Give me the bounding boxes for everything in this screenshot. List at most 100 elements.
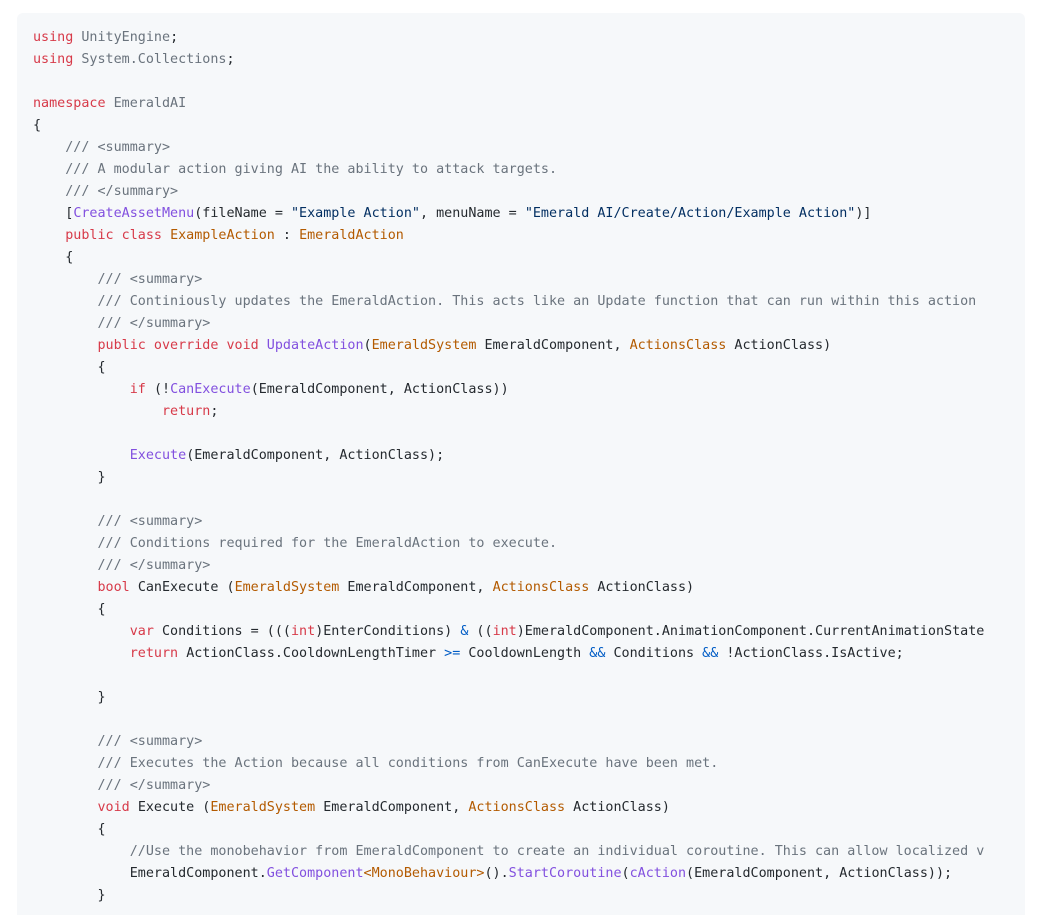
code-line: { <box>33 247 1025 269</box>
code-token-pl: ; <box>210 404 219 419</box>
code-line: [CreateAssetMenu(fileName = "Example Act… <box>33 203 1025 225</box>
code-line: ​ <box>33 489 1025 511</box>
code-token-pl: { <box>33 822 106 837</box>
code-line: Execute(EmeraldComponent, ActionClass); <box>33 445 1025 467</box>
code-line: public override void UpdateAction(Emeral… <box>33 335 1025 357</box>
code-token-pl: (( <box>468 624 493 639</box>
code-token-ty: ActionsClass <box>492 580 590 595</box>
code-line: /// </summary> <box>33 555 1025 577</box>
code-token-fn: CanExecute <box>170 382 251 397</box>
code-token-op: && <box>589 646 606 661</box>
code-token-pl: ActionClass) <box>565 800 670 815</box>
code-token-pl: )EnterConditions) <box>315 624 461 639</box>
code-token-kw: using <box>33 52 74 67</box>
code-token-cm: /// <summary> <box>33 734 203 749</box>
code-token-fn: CreateAssetMenu <box>73 206 195 221</box>
code-token-pl: ; <box>170 30 179 45</box>
code-token-cm: /// <summary> <box>33 272 203 287</box>
code-line: } <box>33 885 1025 907</box>
code-token-pl: EmeraldComponent. <box>33 866 267 881</box>
code-line: using UnityEngine; <box>33 27 1025 49</box>
code-token-pl: { <box>33 602 106 617</box>
code-line: return ActionClass.CooldownLengthTimer >… <box>33 643 1025 665</box>
code-token-kw: int <box>492 624 517 639</box>
code-token-ty: EmeraldAction <box>299 228 404 243</box>
code-line: ​ <box>33 71 1025 93</box>
code-token-pl: [ <box>33 206 74 221</box>
code-token-kw: namespace <box>33 96 106 111</box>
code-token-pl: (EmeraldComponent, ActionClass)); <box>686 866 953 881</box>
code-token-cm: /// Executes the Action because all cond… <box>33 756 719 771</box>
code-line: { <box>33 115 1025 137</box>
code-line: /// Executes the Action because all cond… <box>33 753 1025 775</box>
code-line: { <box>33 357 1025 379</box>
code-token-str: "Emerald AI/Create/Action/Example Action… <box>524 206 856 221</box>
code-token-pl: !ActionClass.IsActive; <box>718 646 904 661</box>
code-token-pl: EmeraldComponent, <box>476 338 630 353</box>
code-token-cm: //Use the monobehavior from EmeraldCompo… <box>33 844 985 859</box>
code-line: /// Conditions required for the EmeraldA… <box>33 533 1025 555</box>
code-token-pl: (fileName = <box>194 206 291 221</box>
code-token-kw: int <box>291 624 316 639</box>
code-line: /// <summary> <box>33 137 1025 159</box>
code-token-kw: void <box>33 800 138 815</box>
code-line: namespace EmeraldAI <box>33 93 1025 115</box>
code-token-pl: { <box>33 250 74 265</box>
code-line: /// <summary> <box>33 269 1025 291</box>
code-line: using System.Collections; <box>33 49 1025 71</box>
code-token-pl: )EmeraldComponent.AnimationComponent.Cur… <box>516 624 985 639</box>
code-token-pl: (). <box>484 866 509 881</box>
code-line: /// </summary> <box>33 313 1025 335</box>
code-token-str: "Example Action" <box>291 206 420 221</box>
code-token-pl: } <box>33 888 106 903</box>
code-line: if (!CanExecute(EmeraldComponent, Action… <box>33 379 1025 401</box>
code-token-ty: ActionsClass <box>629 338 727 353</box>
code-token-pl: { <box>33 360 106 375</box>
code-line: /// Continiously updates the EmeraldActi… <box>33 291 1025 313</box>
code-line: //Use the monobehavior from EmeraldCompo… <box>33 841 1025 863</box>
code-line: public class ExampleAction : EmeraldActi… <box>33 225 1025 247</box>
code-line: /// A modular action giving AI the abili… <box>33 159 1025 181</box>
code-token-op: >= <box>444 646 461 661</box>
code-token-pl: Conditions = ((( <box>162 624 291 639</box>
code-token-fn: StartCoroutine <box>508 866 622 881</box>
code-token-kw: public class <box>33 228 171 243</box>
code-token-kw: if <box>33 382 154 397</box>
code-line: { <box>33 819 1025 841</box>
code-token-ty: EmeraldSystem <box>210 800 316 815</box>
code-line: ​ <box>33 665 1025 687</box>
code-line: var Conditions = (((int)EnterConditions)… <box>33 621 1025 643</box>
code-token-kw: public override void <box>33 338 267 353</box>
code-token-cm: /// </summary> <box>33 558 211 573</box>
code-token-kw: return <box>33 404 211 419</box>
code-token-pl: (EmeraldComponent, ActionClass)) <box>250 382 509 397</box>
code-token-pl: Execute ( <box>137 800 211 815</box>
code-token-ns: UnityEngine <box>73 30 171 45</box>
code-line: ​ <box>33 423 1025 445</box>
code-token-ns: EmeraldAI <box>105 96 187 111</box>
code-line: } <box>33 687 1025 709</box>
code-token-pl: ActionClass) <box>726 338 832 353</box>
code-token-cm: /// </summary> <box>33 184 179 199</box>
code-token-pl: ( <box>363 338 372 353</box>
code-token-op: && <box>702 646 719 661</box>
code-token-pl: ActionClass) <box>589 580 695 595</box>
code-token-pl: ActionClass.CooldownLengthTimer <box>186 646 445 661</box>
code-token-pl: } <box>33 690 106 705</box>
code-token-cm: /// Conditions required for the EmeraldA… <box>33 536 558 551</box>
code-content: using UnityEngine; using System.Collectio… <box>17 13 1025 907</box>
code-token-cm: /// <summary> <box>33 140 171 155</box>
code-token-ty: EmeraldSystem <box>371 338 477 353</box>
code-token-pl: EmeraldComponent, <box>315 800 469 815</box>
code-token-pl: CooldownLength <box>460 646 590 661</box>
code-token-pl: )] <box>855 206 872 221</box>
code-token-pl: } <box>33 470 106 485</box>
code-token-pl: , menuName = <box>420 206 525 221</box>
code-line: EmeraldComponent.GetComponent<MonoBehavi… <box>33 863 1025 885</box>
code-token-pl: (EmeraldComponent, ActionClass); <box>186 448 445 463</box>
code-token-fn: UpdateAction <box>266 338 364 353</box>
code-token-pl: ( <box>621 866 630 881</box>
code-token-cm: /// <summary> <box>33 514 203 529</box>
code-token-kw: bool <box>33 580 138 595</box>
code-token-kw: return <box>33 646 187 661</box>
